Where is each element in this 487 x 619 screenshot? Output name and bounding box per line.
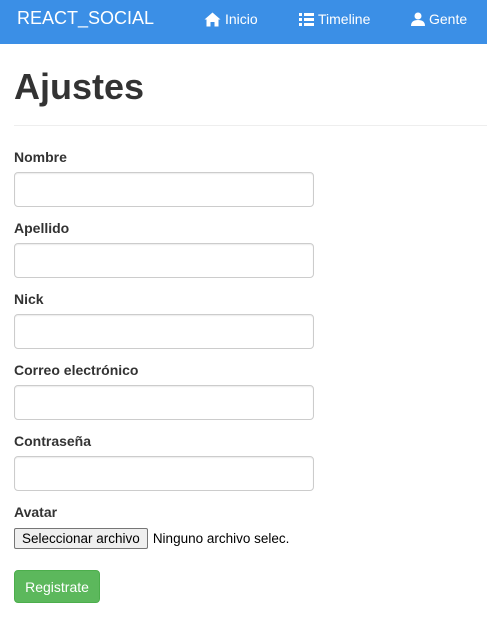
email-label: Correo electrónico [14, 362, 139, 378]
file-status-text: Ninguno archivo selec. [152, 530, 290, 546]
avatar-file-picker: Seleccionar archivo Ninguno archivo sele… [14, 527, 289, 549]
nav-item-label: Inicio [225, 11, 258, 27]
apellido-input[interactable] [14, 243, 314, 278]
brand-logo[interactable]: REACT_SOCIAL [17, 8, 154, 28]
nav-item-label: Gente [429, 11, 468, 27]
navbar: REACT_SOCIAL Inicio Timeline Gente [0, 0, 487, 44]
title-divider [14, 125, 487, 126]
nombre-label: Nombre [14, 149, 67, 165]
register-button[interactable]: Registrate [14, 570, 100, 603]
email-input[interactable] [14, 385, 314, 420]
password-input[interactable] [14, 456, 314, 491]
nick-label: Nick [14, 291, 44, 307]
apellido-label: Apellido [14, 220, 70, 236]
list-icon [299, 12, 318, 26]
nav-item-gente[interactable]: Gente [411, 10, 467, 28]
nombre-input[interactable] [14, 172, 314, 207]
nav-item-label: Timeline [318, 11, 371, 27]
nav-item-timeline[interactable]: Timeline [299, 10, 370, 28]
user-icon [411, 12, 429, 26]
home-icon [204, 12, 225, 27]
nick-input[interactable] [14, 314, 314, 349]
avatar-label: Avatar [14, 504, 58, 520]
choose-file-button[interactable]: Seleccionar archivo [14, 527, 148, 549]
password-label: Contraseña [14, 433, 92, 449]
page-title: Ajustes [14, 66, 145, 107]
nav-item-inicio[interactable]: Inicio [204, 10, 258, 28]
